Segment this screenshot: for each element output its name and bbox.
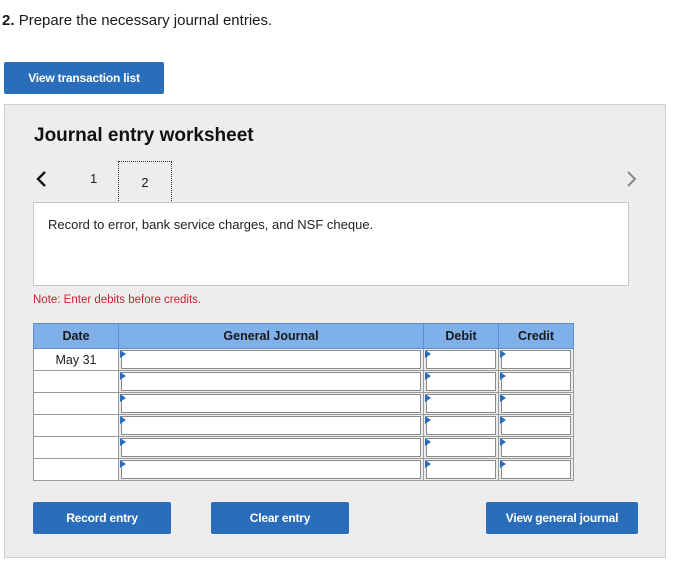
debit-cell[interactable] — [423, 370, 499, 393]
credit-cell[interactable] — [498, 458, 574, 481]
question-text: 2. Prepare the necessary journal entries… — [2, 12, 272, 29]
debit-cell[interactable] — [423, 348, 499, 371]
credit-cell[interactable] — [498, 414, 574, 437]
credit-cell[interactable] — [498, 348, 574, 371]
credit-input[interactable] — [501, 460, 571, 479]
account-input[interactable] — [121, 394, 421, 413]
account-cell[interactable] — [118, 458, 424, 481]
dropdown-triangle-icon — [425, 394, 431, 402]
table-row — [33, 414, 574, 437]
debit-input[interactable] — [426, 416, 496, 435]
date-cell — [33, 436, 119, 459]
dropdown-triangle-icon — [425, 372, 431, 380]
table-row: May 31 — [33, 348, 574, 371]
dropdown-triangle-icon — [500, 394, 506, 402]
chevron-right-icon[interactable] — [624, 169, 638, 189]
header-debit: Debit — [423, 323, 499, 349]
table-row — [33, 370, 574, 393]
date-cell: May 31 — [33, 348, 119, 371]
dropdown-triangle-icon — [120, 438, 126, 446]
clear-entry-button[interactable]: Clear entry — [211, 502, 349, 534]
dropdown-triangle-icon — [500, 372, 506, 380]
dropdown-triangle-icon — [500, 350, 506, 358]
chevron-left-icon[interactable] — [35, 169, 49, 189]
dropdown-triangle-icon — [500, 416, 506, 424]
dropdown-triangle-icon — [425, 460, 431, 468]
table-row — [33, 458, 574, 481]
entry-description: Record to error, bank service charges, a… — [48, 217, 374, 232]
account-input[interactable] — [121, 350, 421, 369]
date-cell — [33, 458, 119, 481]
dropdown-triangle-icon — [120, 394, 126, 402]
credit-cell[interactable] — [498, 436, 574, 459]
table-row — [33, 392, 574, 415]
account-input[interactable] — [121, 460, 421, 479]
account-cell[interactable] — [118, 370, 424, 393]
debit-input[interactable] — [426, 438, 496, 457]
credit-cell[interactable] — [498, 392, 574, 415]
account-cell[interactable] — [118, 392, 424, 415]
dropdown-triangle-icon — [120, 416, 126, 424]
credit-input[interactable] — [501, 372, 571, 391]
worksheet-page-2[interactable]: 2 — [118, 161, 172, 203]
table-row — [33, 436, 574, 459]
worksheet-page-2-label: 2 — [141, 174, 149, 190]
debit-cell[interactable] — [423, 392, 499, 415]
dropdown-triangle-icon — [120, 350, 126, 358]
worksheet-title: Journal entry worksheet — [34, 125, 254, 146]
debit-input[interactable] — [426, 394, 496, 413]
credit-input[interactable] — [501, 394, 571, 413]
header-credit: Credit — [498, 323, 574, 349]
question-body: Prepare the necessary journal entries. — [18, 12, 273, 29]
account-input[interactable] — [121, 372, 421, 391]
debits-note: Note: Enter debits before credits. — [33, 294, 202, 306]
account-input[interactable] — [121, 416, 421, 435]
record-entry-button[interactable]: Record entry — [33, 502, 171, 534]
debit-cell[interactable] — [423, 414, 499, 437]
credit-input[interactable] — [501, 438, 571, 457]
dropdown-triangle-icon — [500, 438, 506, 446]
account-cell[interactable] — [118, 348, 424, 371]
debit-input[interactable] — [426, 350, 496, 369]
debit-input[interactable] — [426, 460, 496, 479]
credit-input[interactable] — [501, 350, 571, 369]
dropdown-triangle-icon — [120, 460, 126, 468]
dropdown-triangle-icon — [425, 416, 431, 424]
date-cell — [33, 392, 119, 415]
account-cell[interactable] — [118, 436, 424, 459]
view-general-journal-button[interactable]: View general journal — [486, 502, 638, 534]
entry-description-box: Record to error, bank service charges, a… — [33, 202, 629, 286]
header-date: Date — [33, 323, 119, 349]
debit-cell[interactable] — [423, 436, 499, 459]
dropdown-triangle-icon — [500, 460, 506, 468]
date-cell — [33, 414, 119, 437]
view-transaction-list-button[interactable]: View transaction list — [4, 62, 164, 94]
dropdown-triangle-icon — [425, 438, 431, 446]
journal-table-header: Date General Journal Debit Credit — [33, 323, 574, 349]
debit-input[interactable] — [426, 372, 496, 391]
credit-input[interactable] — [501, 416, 571, 435]
dropdown-triangle-icon — [120, 372, 126, 380]
question-number: 2. — [2, 12, 15, 29]
header-general-journal: General Journal — [118, 323, 424, 349]
debit-cell[interactable] — [423, 458, 499, 481]
account-input[interactable] — [121, 438, 421, 457]
account-cell[interactable] — [118, 414, 424, 437]
worksheet-page-1[interactable]: 1 — [90, 171, 97, 186]
date-cell — [33, 370, 119, 393]
credit-cell[interactable] — [498, 370, 574, 393]
journal-table: Date General Journal Debit Credit May 31 — [33, 323, 574, 481]
journal-entry-worksheet-panel: Journal entry worksheet 1 2 Record to er… — [4, 104, 666, 558]
dropdown-triangle-icon — [425, 350, 431, 358]
